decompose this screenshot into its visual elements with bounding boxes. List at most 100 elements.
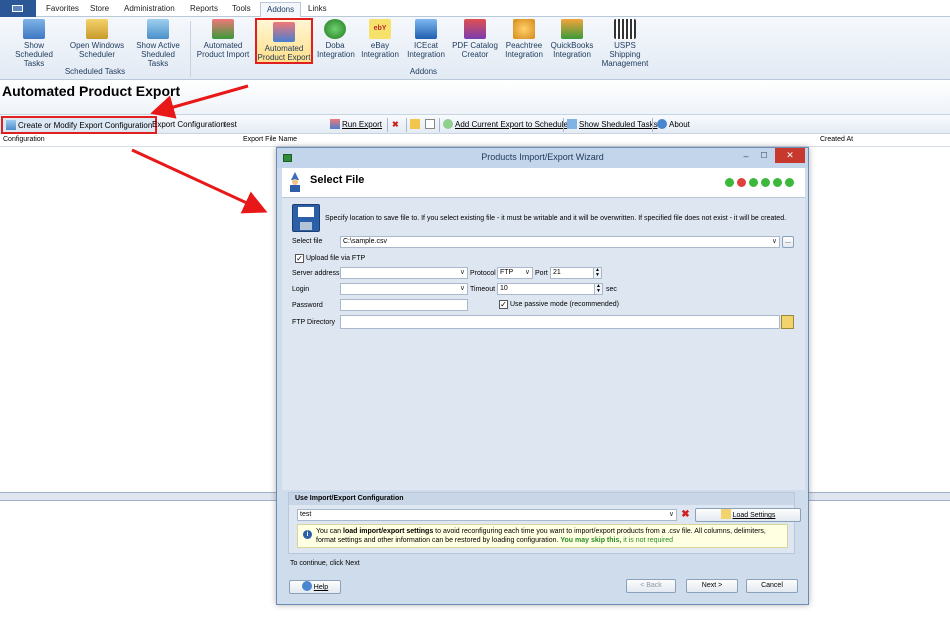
tab-links[interactable]: Links [302, 2, 333, 17]
toolbar-separator [406, 118, 407, 132]
step-dot [737, 178, 746, 187]
clear-config-icon[interactable]: ✖ [679, 508, 692, 522]
help-icon [301, 581, 312, 591]
cancel-button[interactable]: Cancel [746, 579, 798, 593]
group-label-addons: Addons [409, 67, 438, 76]
automated-product-import-button[interactable]: Automated Product Import [195, 19, 251, 59]
close-icon[interactable]: ✕ [775, 148, 805, 163]
passive-mode-label: Use passive mode (recommended) [510, 301, 619, 308]
wizard-body: Specify location to save file to. If you… [282, 198, 805, 490]
passive-mode-checkbox[interactable]: ✓ [499, 300, 508, 309]
doba-integration-button[interactable]: Doba Integration [317, 19, 355, 59]
new-file-icon[interactable] [425, 118, 437, 132]
peachtree-integration-button[interactable]: Peachtree Integration [502, 19, 546, 59]
ftp-directory-input[interactable] [340, 315, 780, 329]
ftp-directory-label: FTP Directory [292, 319, 336, 326]
next-button[interactable]: Next > [686, 579, 738, 593]
tab-favorites[interactable]: Favorites [40, 2, 85, 17]
tab-reports[interactable]: Reports [184, 2, 224, 17]
export-config-label: Export Configuration [152, 120, 225, 129]
tab-tools[interactable]: Tools [226, 2, 257, 17]
about-button[interactable]: About [657, 118, 690, 132]
server-address-label: Server address [292, 270, 340, 277]
config-info-box: i You can load import/export settings to… [297, 524, 788, 548]
server-address-combo[interactable]: ∨ [340, 267, 468, 279]
usps-shipping-management-button[interactable]: USPS Shipping Management [598, 19, 652, 68]
config-section: Use Import/Export Configuration test ∨ ✖ … [288, 492, 801, 554]
ribbon-tab-bar: Favorites Store Administration Reports T… [0, 0, 950, 17]
ebay-icon: ebY [369, 19, 391, 39]
step-dot [773, 178, 782, 187]
column-created-at[interactable]: Created At [820, 136, 853, 143]
automated-product-export-button[interactable]: Automated Product Export [255, 18, 313, 64]
add-schedule-icon [443, 119, 453, 129]
tab-addons[interactable]: Addons [260, 2, 302, 17]
scheduler-icon [86, 19, 108, 39]
toolbar-separator [387, 118, 388, 132]
export-icon [273, 22, 295, 42]
browse-button[interactable]: ... [782, 236, 794, 248]
upload-ftp-checkbox[interactable]: ✓ [295, 254, 304, 263]
spinner-icon[interactable]: ▲ ▼ [593, 268, 601, 278]
timeout-unit: sec [606, 286, 617, 293]
step-dot [749, 178, 758, 187]
export-config-select[interactable]: test [224, 118, 328, 132]
ribbon-separator [190, 21, 191, 77]
config-section-title: Use Import/Export Configuration [289, 493, 794, 505]
help-button[interactable]: Help [289, 580, 341, 594]
load-settings-button[interactable]: Load Settings [695, 508, 801, 522]
timeout-input[interactable]: 10 ▲ ▼ [497, 283, 603, 295]
application-menu-button[interactable] [0, 0, 36, 17]
show-scheduled-tasks-button[interactable]: Show Scheduled Tasks [4, 19, 64, 68]
pdf-catalog-creator-button[interactable]: PDF Catalog Creator [452, 19, 498, 59]
quickbooks-integration-button[interactable]: QuickBooks Integration [549, 19, 595, 59]
maximize-icon[interactable]: ☐ [757, 150, 771, 162]
select-file-combo[interactable]: C:\sample.csv ∨ [340, 236, 780, 248]
chevron-down-icon: ∨ [459, 269, 465, 276]
show-sheduled-tasks-button[interactable]: Show Sheduled Tasks [567, 118, 658, 132]
minimize-icon[interactable]: – [739, 150, 753, 162]
upload-ftp-label: Upload file via FTP [306, 255, 366, 262]
config-info-text: You can load import/export settings to a… [316, 528, 766, 544]
icecat-icon [415, 19, 437, 39]
scheduled-tasks-icon [23, 19, 45, 39]
active-tasks-icon [147, 19, 169, 39]
ribbon: Show Scheduled Tasks Open Windows Schedu… [0, 17, 950, 80]
open-windows-scheduler-button[interactable]: Open Windows Scheduler [68, 19, 126, 59]
run-export-button[interactable]: Run Export [330, 118, 382, 132]
password-input[interactable] [340, 299, 468, 311]
barcode-icon [614, 19, 636, 39]
config-select[interactable]: test ∨ [297, 509, 677, 521]
wizard-icon [6, 120, 16, 130]
tab-store[interactable]: Store [84, 2, 115, 17]
folder-icon [720, 509, 731, 519]
open-folder-icon[interactable] [410, 118, 422, 132]
icecat-integration-button[interactable]: ICEcat Integration [404, 19, 448, 59]
back-button[interactable]: < Back [626, 579, 676, 593]
column-configuration[interactable]: Configuration [3, 136, 45, 143]
create-modify-config-button[interactable]: Create or Modify Export Configuration [1, 116, 158, 134]
show-active-scheduled-tasks-button[interactable]: Show Active Sheduled Tasks [130, 19, 186, 68]
port-input[interactable]: 21 ▲ ▼ [550, 267, 602, 279]
login-combo[interactable]: ∨ [340, 283, 468, 295]
wizard-titlebar[interactable]: Products Import/Export Wizard – ☐ ✕ [277, 148, 808, 168]
add-to-scheduler-button[interactable]: Add Current Export to Scheduler [443, 118, 571, 132]
toolbar-separator [563, 118, 564, 132]
browse-folder-icon[interactable] [781, 315, 794, 329]
delete-config-icon[interactable]: ✖ [392, 118, 399, 132]
continue-hint: To continue, click Next [290, 560, 360, 567]
ebay-integration-button[interactable]: ebY eBay Integration [360, 19, 400, 59]
protocol-select[interactable]: FTP ∨ [497, 267, 533, 279]
export-toolbar: Create or Modify Export Configuration Ex… [0, 114, 950, 134]
column-export-file-name[interactable]: Export File Name [243, 136, 297, 143]
quickbooks-icon [561, 19, 583, 39]
spinner-icon[interactable]: ▲ ▼ [594, 284, 602, 294]
chevron-down-icon: ∨ [771, 238, 777, 245]
select-file-label: Select file [292, 238, 323, 245]
tab-administration[interactable]: Administration [118, 2, 181, 17]
step-dot [761, 178, 770, 187]
step-dot [725, 178, 734, 187]
step-dot [785, 178, 794, 187]
wizard-step-title: Select File [310, 174, 365, 186]
toolbar-separator [652, 118, 653, 132]
